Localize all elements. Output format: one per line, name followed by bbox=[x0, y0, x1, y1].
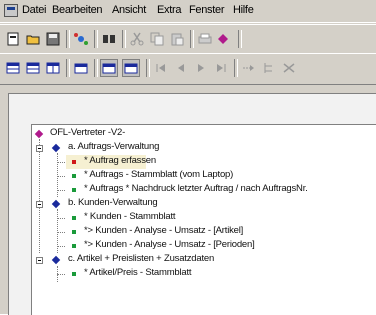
cut-icon[interactable] bbox=[128, 30, 146, 48]
save-icon[interactable] bbox=[44, 30, 62, 48]
window-icon[interactable] bbox=[72, 59, 90, 77]
menu-tree[interactable]: OFL-Vertreter -V2- a. Auftrags-Verwaltun… bbox=[31, 124, 376, 315]
tree-group-label: a. Auftrags-Verwaltung bbox=[68, 141, 160, 152]
insert-icon[interactable] bbox=[240, 59, 258, 77]
network-icon[interactable] bbox=[72, 30, 90, 48]
collapse-icon[interactable] bbox=[36, 201, 43, 208]
first-icon[interactable] bbox=[152, 59, 170, 77]
toolbar-separator bbox=[94, 59, 98, 77]
toolbar-separator bbox=[66, 30, 70, 48]
tree-group-b[interactable]: b. Kunden-Verwaltung bbox=[32, 197, 362, 211]
main-panel: OFL-Vertreter -V2- a. Auftrags-Verwaltun… bbox=[8, 93, 376, 315]
tree-item[interactable]: * Artikel/Preis - Stammblatt bbox=[57, 267, 366, 281]
tree-item[interactable]: * Kunden - Stammblatt bbox=[57, 211, 366, 225]
toolbar-standard bbox=[0, 24, 376, 54]
collapse-icon[interactable] bbox=[36, 145, 43, 152]
tree-root[interactable]: OFL-Vertreter -V2- bbox=[32, 127, 362, 141]
toolbar-separator bbox=[94, 30, 98, 48]
collapse-icon[interactable] bbox=[36, 257, 43, 264]
form-icon[interactable] bbox=[24, 59, 42, 77]
item-bullet-icon bbox=[72, 188, 76, 192]
columns-icon[interactable] bbox=[44, 59, 62, 77]
item-bullet-icon bbox=[72, 160, 76, 164]
tree-item[interactable]: *> Kunden - Analyse - Umsatz - [Artikel] bbox=[57, 225, 366, 239]
tree-guide bbox=[39, 139, 40, 253]
group-diamond-icon bbox=[51, 255, 61, 265]
delete-icon[interactable] bbox=[280, 59, 298, 77]
app-window: Datei Bearbeiten Ansicht Extra Fenster H… bbox=[0, 0, 376, 315]
copy-icon[interactable] bbox=[148, 30, 166, 48]
item-bullet-icon bbox=[72, 216, 76, 220]
toolbar-separator bbox=[146, 59, 150, 77]
tree-root-label: OFL-Vertreter -V2- bbox=[50, 127, 126, 138]
next-icon[interactable] bbox=[192, 59, 210, 77]
print-icon[interactable] bbox=[196, 30, 214, 48]
menu-ansicht[interactable]: Ansicht bbox=[112, 4, 146, 16]
item-bullet-icon bbox=[72, 272, 76, 276]
group-diamond-icon bbox=[51, 199, 61, 209]
view2-icon[interactable] bbox=[122, 59, 140, 77]
tree-item-auftrag-erfassen[interactable]: * Auftrag erfassen bbox=[57, 155, 156, 169]
menu-hilfe[interactable]: Hilfe bbox=[233, 4, 254, 16]
toolbar-separator bbox=[238, 30, 242, 48]
group-diamond-icon bbox=[51, 143, 61, 153]
tree-item[interactable]: * Auftrags * Nachdruck letzter Auftrag /… bbox=[57, 183, 376, 197]
root-diamond-icon bbox=[34, 129, 44, 139]
menu-fenster[interactable]: Fenster bbox=[189, 4, 225, 16]
toolbar-separator bbox=[122, 30, 126, 48]
tree-icon[interactable] bbox=[260, 59, 278, 77]
item-bullet-icon bbox=[72, 174, 76, 178]
new-icon[interactable] bbox=[4, 30, 22, 48]
diamond-icon[interactable] bbox=[214, 30, 232, 48]
tree-group-a[interactable]: a. Auftrags-Verwaltung bbox=[32, 141, 362, 155]
system-menu-icon[interactable] bbox=[4, 4, 18, 17]
menu-bar: Datei Bearbeiten Ansicht Extra Fenster H… bbox=[0, 0, 376, 23]
tree-item[interactable]: * Auftrags - Stammblatt (vom Laptop) bbox=[57, 169, 366, 183]
prev-icon[interactable] bbox=[172, 59, 190, 77]
toolbar-separator bbox=[234, 59, 238, 77]
tree-group-c[interactable]: c. Artikel + Preislisten + Zusatzdaten bbox=[32, 253, 362, 267]
toolbar-separator bbox=[190, 30, 194, 48]
menu-bearbeiten[interactable]: Bearbeiten bbox=[52, 4, 103, 16]
tree-group-label: c. Artikel + Preislisten + Zusatzdaten bbox=[68, 253, 215, 264]
open-icon[interactable] bbox=[24, 30, 42, 48]
view1-icon[interactable] bbox=[100, 59, 118, 77]
tree-group-label: b. Kunden-Verwaltung bbox=[68, 197, 158, 208]
tree-item[interactable]: *> Kunden - Analyse - Umsatz - [Perioden… bbox=[57, 239, 366, 253]
menu-extra[interactable]: Extra bbox=[157, 4, 181, 16]
find-icon[interactable] bbox=[100, 30, 118, 48]
last-icon[interactable] bbox=[212, 59, 230, 77]
menu-datei[interactable]: Datei bbox=[22, 4, 46, 16]
item-bullet-icon bbox=[72, 230, 76, 234]
paste-icon[interactable] bbox=[168, 30, 186, 48]
toolbar-separator bbox=[66, 59, 70, 77]
toolbar-navigation bbox=[0, 53, 376, 85]
table-icon[interactable] bbox=[4, 59, 22, 77]
item-bullet-icon bbox=[72, 244, 76, 248]
